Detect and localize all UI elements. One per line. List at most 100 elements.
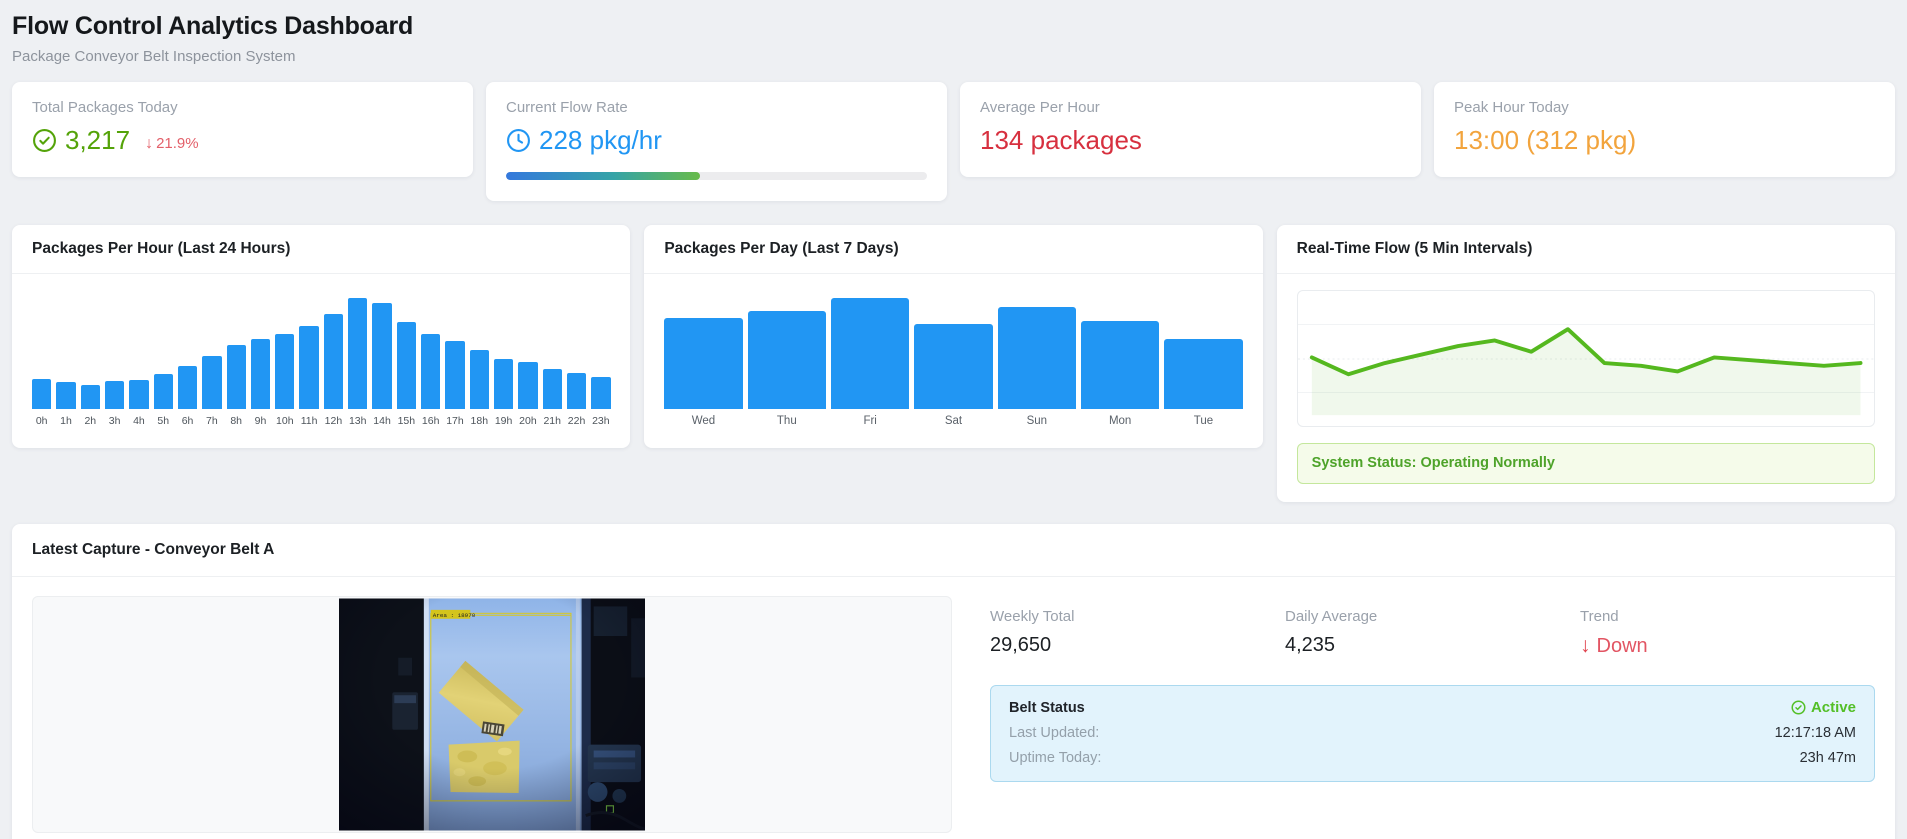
weekly-total-stat: Weekly Total 29,650 xyxy=(990,608,1285,658)
bar-14h: 14h xyxy=(372,290,391,428)
bar xyxy=(202,356,221,409)
bar-0h: 0h xyxy=(32,290,51,428)
stats-row: Total Packages Today 3,217 ↓ 21.9% Curre… xyxy=(12,82,1895,201)
page-subtitle: Package Conveyor Belt Inspection System xyxy=(12,48,1895,65)
bar-Wed: Wed xyxy=(664,290,742,428)
bar-label: 22h xyxy=(568,415,586,428)
bar-label: 9h xyxy=(255,415,267,428)
daily-bar-chart: Wed Thu Fri Sat Sun Mon Tue xyxy=(664,290,1242,428)
stat-card-peak-hour: Peak Hour Today 13:00 (312 pkg) xyxy=(1434,82,1895,177)
bar-10h: 10h xyxy=(275,290,294,428)
uptime-label: Uptime Today: xyxy=(1009,750,1101,766)
bar-label: Sun xyxy=(1027,415,1047,428)
bar xyxy=(567,373,586,409)
bar-label: 6h xyxy=(182,415,194,428)
bar-label: 19h xyxy=(495,415,513,428)
bar-label: Fri xyxy=(863,415,876,428)
bar xyxy=(299,326,318,409)
bar-label: 7h xyxy=(206,415,218,428)
bar-label: 23h xyxy=(592,415,610,428)
bar-label: Tue xyxy=(1194,415,1213,428)
chart-title-daily: Packages Per Day (Last 7 Days) xyxy=(644,225,1262,274)
chart-card-hourly: Packages Per Hour (Last 24 Hours) 0h1h2h… xyxy=(12,225,630,448)
bar-label: Wed xyxy=(692,415,715,428)
bar xyxy=(445,341,464,409)
bar-6h: 6h xyxy=(178,290,197,428)
bar xyxy=(275,334,294,409)
stat-value-flow: 228 pkg/hr xyxy=(539,125,662,156)
stat-label: Average Per Hour xyxy=(980,99,1401,116)
bar-19h: 19h xyxy=(494,290,513,428)
bar-1h: 1h xyxy=(56,290,75,428)
chart-card-daily: Packages Per Day (Last 7 Days) Wed Thu Fri… xyxy=(644,225,1262,448)
bar xyxy=(494,359,513,409)
bar xyxy=(178,366,197,409)
hourly-bar-chart: 0h1h2h3h4h5h6h7h8h9h10h11h12h13h14h15h16… xyxy=(32,290,610,428)
bar-18h: 18h xyxy=(470,290,489,428)
bar xyxy=(470,350,489,409)
last-updated-value: 12:17:18 AM xyxy=(1775,725,1856,741)
bar-5h: 5h xyxy=(154,290,173,428)
bar-Mon: Mon xyxy=(1081,290,1159,428)
bar xyxy=(56,382,75,409)
bar-Sun: Sun xyxy=(998,290,1076,428)
bar-21h: 21h xyxy=(543,290,562,428)
daily-average-value: 4,235 xyxy=(1285,634,1580,657)
trend-value: Down xyxy=(1597,635,1648,658)
bar xyxy=(591,377,610,409)
bar-label: 15h xyxy=(398,415,416,428)
bar xyxy=(1081,321,1159,409)
capture-card: Latest Capture - Conveyor Belt A xyxy=(12,524,1895,839)
bar xyxy=(421,334,440,409)
bar-11h: 11h xyxy=(299,290,318,428)
realtime-line-chart xyxy=(1297,290,1875,427)
bar-label: 8h xyxy=(230,415,242,428)
stat-label: Current Flow Rate xyxy=(506,99,927,116)
bar-label: 5h xyxy=(157,415,169,428)
arrow-down-icon: ↓ xyxy=(145,135,153,153)
page-title: Flow Control Analytics Dashboard xyxy=(12,12,1895,41)
bar-label: 20h xyxy=(519,415,537,428)
stat-label: Daily Average xyxy=(1285,608,1580,625)
bar xyxy=(154,374,173,409)
bar-label: Mon xyxy=(1109,415,1131,428)
capture-title: Latest Capture - Conveyor Belt A xyxy=(12,524,1895,577)
bar-label: Sat xyxy=(945,415,962,428)
capture-image: Area : 18970 xyxy=(339,598,645,831)
bar xyxy=(348,298,367,409)
bar-label: 14h xyxy=(373,415,391,428)
bar-9h: 9h xyxy=(251,290,270,428)
uptime-value: 23h 47m xyxy=(1800,750,1856,766)
bar-7h: 7h xyxy=(202,290,221,428)
bar-label: 18h xyxy=(471,415,489,428)
belt-status-badge: Active xyxy=(1791,699,1856,716)
belt-status-panel: Belt Status Active Last Updated: 12:17:1… xyxy=(990,685,1875,782)
stat-value-peak: 13:00 (312 pkg) xyxy=(1454,125,1636,156)
stat-card-flow-rate: Current Flow Rate 228 pkg/hr xyxy=(486,82,947,201)
bar xyxy=(324,314,343,409)
bar xyxy=(998,307,1076,409)
bar xyxy=(914,324,992,409)
bar-label: 21h xyxy=(543,415,561,428)
bar xyxy=(81,385,100,409)
bar-15h: 15h xyxy=(397,290,416,428)
bar-label: 17h xyxy=(446,415,464,428)
chart-title-hourly: Packages Per Hour (Last 24 Hours) xyxy=(12,225,630,274)
system-status-banner: System Status: Operating Normally xyxy=(1297,443,1875,484)
bar-label: 13h xyxy=(349,415,367,428)
bar-Fri: Fri xyxy=(831,290,909,428)
bar-22h: 22h xyxy=(567,290,586,428)
bar xyxy=(1164,339,1242,409)
stat-label: Peak Hour Today xyxy=(1454,99,1875,116)
flow-chart-svg xyxy=(1298,291,1874,426)
bar xyxy=(748,311,826,409)
bar-Tue: Tue xyxy=(1164,290,1242,428)
stat-delta: ↓ 21.9% xyxy=(145,129,199,153)
bar-Thu: Thu xyxy=(748,290,826,428)
bar xyxy=(227,345,246,409)
bar-label: 4h xyxy=(133,415,145,428)
trend-stat: Trend ↓ Down xyxy=(1580,608,1875,658)
bar xyxy=(543,369,562,409)
bar-label: Thu xyxy=(777,415,797,428)
bar-4h: 4h xyxy=(129,290,148,428)
